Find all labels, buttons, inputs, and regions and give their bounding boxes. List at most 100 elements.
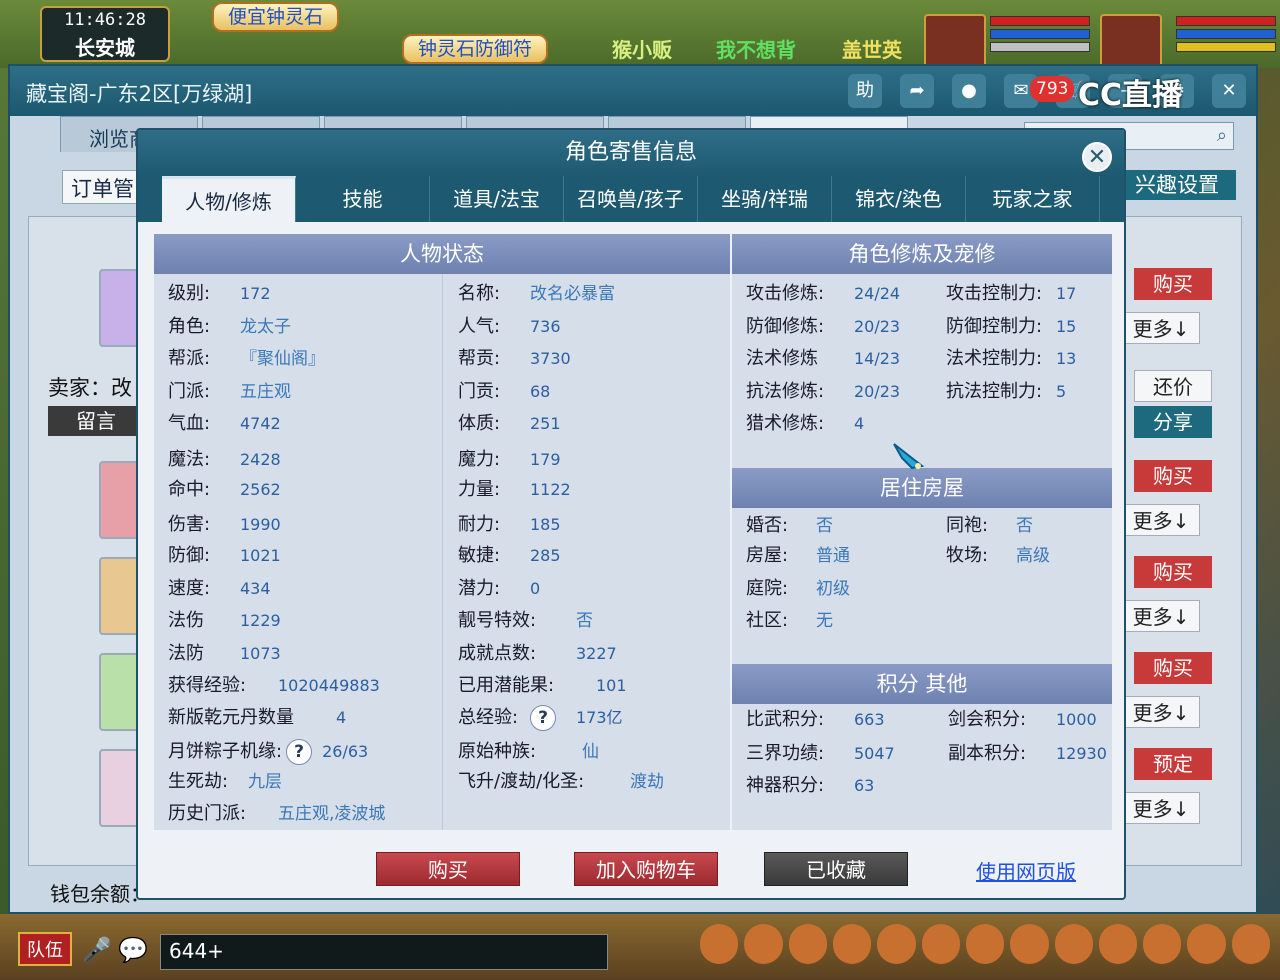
stat-label: 帮派: [168, 348, 211, 369]
cultivation-row: 法术修炼 14/23 法术控制力: 13 [746, 345, 1076, 373]
section-heading: 积分 其他 [732, 664, 1112, 704]
record-icon[interactable]: ● [952, 74, 986, 108]
buy-button[interactable]: 购买 [1134, 268, 1212, 300]
chat-bubble-icon[interactable]: 💬 [118, 936, 148, 964]
more-button[interactable]: 更多↓ [1122, 792, 1200, 824]
player-sp-bar [1176, 42, 1276, 52]
microphone-icon[interactable]: 🎤 [82, 936, 112, 964]
chest-icon[interactable] [744, 924, 783, 964]
npc-name-3[interactable]: 盖世英 [842, 34, 902, 63]
chat-input[interactable]: 644+ [160, 934, 608, 970]
cultivation-panel: 角色修炼及宠修 攻击修炼: 24/24 攻击控制力: 17 防御修炼: 20/23 防御控… [732, 234, 1112, 830]
house-label: 婚否: [746, 515, 789, 536]
peach-icon[interactable] [1098, 924, 1138, 964]
help-button[interactable]: 助 [848, 74, 882, 108]
game-cursor-icon [893, 443, 925, 470]
help-question-icon[interactable]: ? [286, 739, 313, 765]
map-icon[interactable] [1010, 924, 1049, 964]
pet-exp-bar [990, 42, 1090, 52]
buy-button[interactable]: 购买 [1134, 652, 1212, 684]
team-button[interactable]: 队伍 [18, 932, 72, 966]
house-value: 普通 [816, 546, 850, 566]
buy-button[interactable]: 购买 [376, 852, 520, 886]
shield-icon[interactable] [788, 924, 827, 964]
cc-watermark-logo: CC直播 [1078, 78, 1183, 113]
favorited-button[interactable]: 已收藏 [764, 852, 908, 886]
stat-row: 法防 1073 [168, 640, 281, 668]
stat-value: 否 [576, 611, 593, 631]
stat-row: 角色: 龙太子 [168, 313, 291, 341]
horn-icon[interactable] [965, 924, 1005, 964]
clock-time: 11:46:28 [64, 10, 146, 30]
handshake-icon[interactable] [1143, 924, 1182, 964]
pet-hp-bars [990, 16, 1090, 64]
score-label: 三界功绩: [746, 743, 825, 764]
add-to-cart-button[interactable]: 加入购物车 [574, 852, 718, 886]
tab-home[interactable]: 玩家之家 [966, 176, 1100, 222]
house-label: 同袍: [946, 515, 989, 536]
tab-mounts[interactable]: 坐骑/祥瑞 [698, 176, 832, 222]
npc-banner-top[interactable]: 便宜钟灵石 [212, 2, 340, 32]
more-button[interactable]: 更多↓ [1122, 696, 1200, 728]
exp-label: 获得经验: [168, 675, 247, 696]
tab-skills[interactable]: 技能 [296, 176, 430, 222]
stat-row: 名称: 改名必暴富 [458, 280, 615, 308]
score-label: 剑会积分: [948, 709, 1027, 730]
help-question-icon[interactable]: ? [530, 705, 556, 731]
system-icon[interactable] [1231, 924, 1271, 964]
stat-row: 靓号特效: 否 [458, 607, 593, 635]
stat-value: 0 [530, 579, 541, 598]
message-button[interactable]: 留言 [48, 406, 144, 436]
npc-banner-mid[interactable]: 钟灵石防御符 [402, 34, 549, 64]
npc-name-1[interactable]: 猴小贩 [612, 34, 672, 63]
cultivation-label: 猎术修炼: [746, 413, 825, 434]
stat-label: 魔力: [458, 449, 501, 470]
player-hp-bars [1176, 16, 1276, 64]
share-arrow-icon[interactable]: ➦ [900, 74, 934, 108]
more-button[interactable]: 更多↓ [1122, 312, 1200, 344]
counter-offer-button[interactable]: 还价 [1134, 370, 1212, 402]
house-value: 否 [1016, 516, 1033, 536]
stat-label: 气血: [168, 413, 211, 434]
npc-name-2[interactable]: 我不想背 [716, 34, 796, 63]
column-divider [442, 274, 443, 830]
close-window-icon[interactable]: ✕ [1212, 74, 1246, 108]
ascend-value: 渡劫 [630, 772, 664, 792]
bag-icon[interactable] [832, 924, 872, 964]
tab-outfits[interactable]: 锦衣/染色 [832, 176, 966, 222]
exp-value: 1020449883 [278, 676, 380, 695]
stat-row: 级别: 172 [168, 280, 271, 308]
player-portrait[interactable] [1100, 14, 1162, 68]
buy-button[interactable]: 购买 [1134, 460, 1212, 492]
tab-items[interactable]: 道具/法宝 [430, 176, 564, 222]
stat-label: 魔法: [168, 449, 211, 470]
book-icon[interactable] [1054, 924, 1093, 964]
use-web-version-link[interactable]: 使用网页版 [976, 856, 1076, 885]
sword-icon[interactable] [700, 924, 739, 964]
more-button[interactable]: 更多↓ [1122, 600, 1200, 632]
stat-row: 原始种族: 仙 [458, 738, 599, 766]
tab-pets[interactable]: 召唤兽/孩子 [564, 176, 698, 222]
close-icon[interactable]: ✕ [1082, 142, 1112, 172]
share-button[interactable]: 分享 [1134, 406, 1212, 438]
qianyuan-label: 新版乾元丹数量 [168, 707, 294, 728]
total-exp-label: 总经验: [458, 707, 519, 728]
reserve-button[interactable]: 预定 [1134, 748, 1212, 780]
search-icon[interactable]: ⌕ [1217, 125, 1227, 146]
tab-character[interactable]: 人物/修炼 [162, 176, 296, 222]
pet-portrait[interactable] [924, 14, 986, 68]
stat-value: 185 [530, 515, 561, 534]
message-count-badge: 793 [1030, 76, 1075, 102]
stat-value: 3227 [576, 644, 617, 663]
stat-row: 飞升/渡劫/化圣: 渡劫 [458, 768, 664, 796]
smiley-icon[interactable] [1187, 924, 1226, 964]
more-button[interactable]: 更多↓ [1122, 504, 1200, 536]
stat-row: 新版乾元丹数量 4 [168, 704, 346, 732]
stat-label: 潜力: [458, 578, 501, 599]
section-heading: 人物状态 [154, 234, 730, 274]
interest-settings-button[interactable]: 兴趣设置 [1118, 170, 1236, 200]
flag-icon[interactable] [921, 924, 960, 964]
stat-label: 门贡: [458, 381, 501, 402]
buy-button[interactable]: 购买 [1134, 556, 1212, 588]
scroll-icon[interactable] [877, 924, 916, 964]
